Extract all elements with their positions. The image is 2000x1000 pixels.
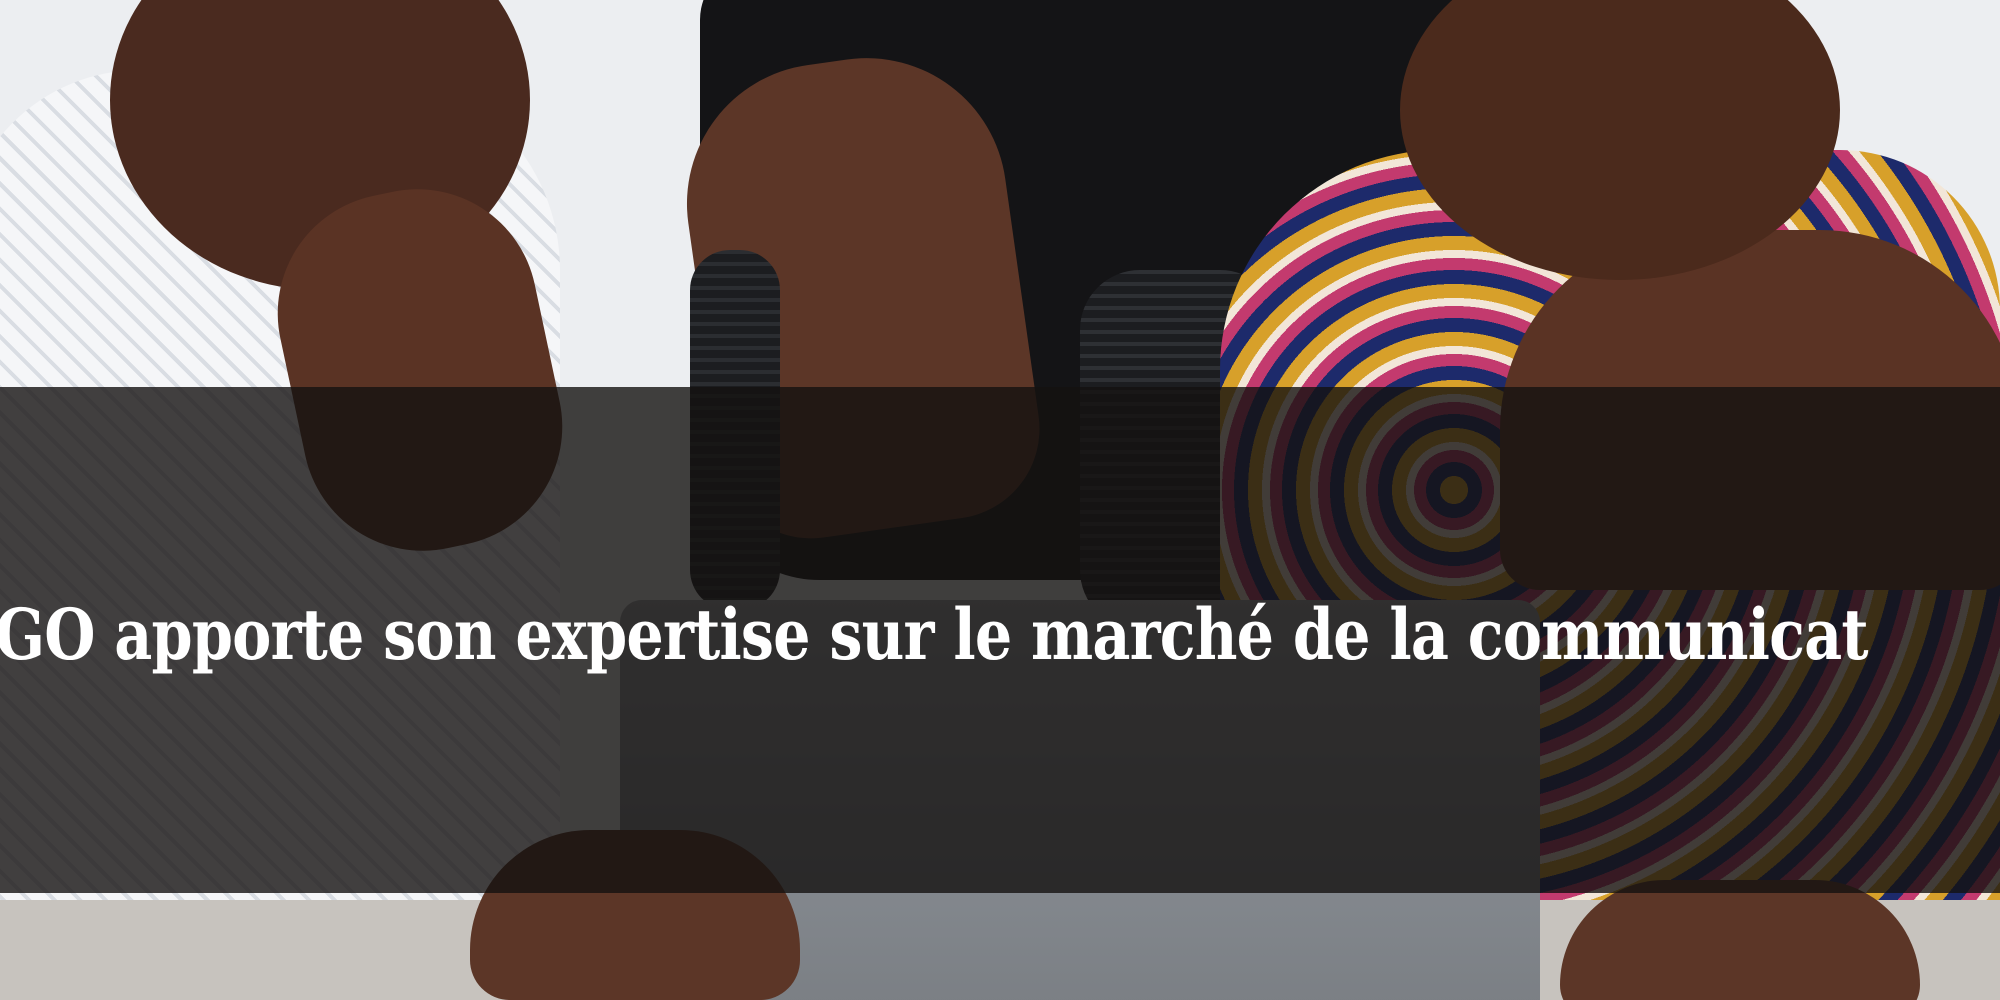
hero-section: NGO apporte son expertise sur le marché …	[0, 0, 2000, 1000]
hand-right	[1560, 880, 1920, 1000]
hero-headline: NGO apporte son expertise sur le marché …	[0, 593, 1869, 676]
